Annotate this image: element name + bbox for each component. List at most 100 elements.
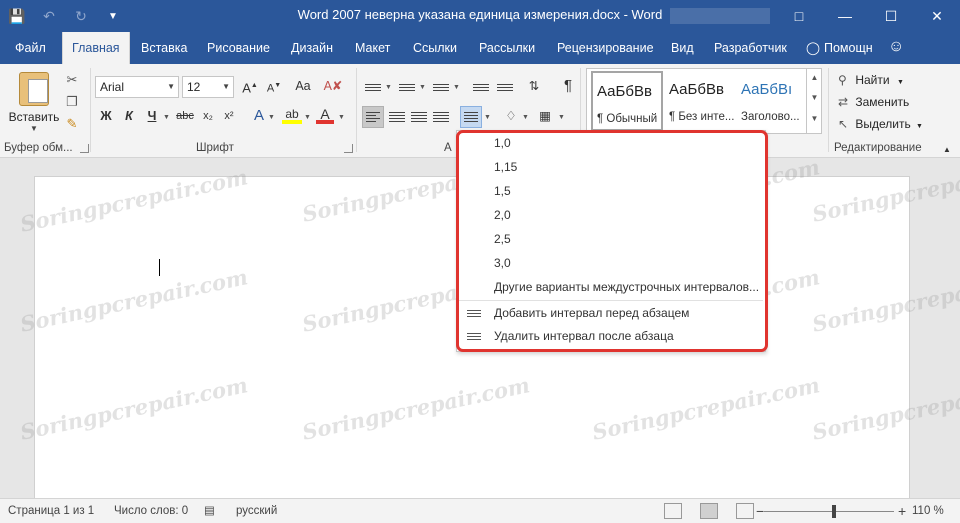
sort-icon[interactable]: ⇅	[524, 76, 544, 96]
remove-space-after-paragraph[interactable]: Удалить интервал после абзаца	[457, 324, 763, 348]
chevron-down-icon: ▼	[167, 82, 175, 91]
shrink-font-icon[interactable]: A▼	[264, 76, 284, 96]
numbering-icon[interactable]	[396, 76, 418, 98]
font-color-icon[interactable]: A	[316, 104, 334, 124]
line-spacing-icon[interactable]	[460, 106, 482, 128]
ribbon-display-options-icon[interactable]: □	[776, 0, 822, 32]
tab-home[interactable]: Главная	[62, 32, 130, 64]
copy-icon[interactable]: ❐	[64, 94, 80, 110]
chevron-down-icon[interactable]: ▼	[163, 114, 170, 121]
tab-review[interactable]: Рецензирование	[548, 32, 663, 64]
highlight-color-icon[interactable]: ab	[282, 104, 302, 124]
paste-button[interactable]: Вставить ▼	[8, 70, 60, 136]
borders-icon[interactable]: ▦	[536, 106, 554, 126]
chevron-down-icon[interactable]: ▼	[268, 114, 275, 121]
align-center-icon[interactable]	[386, 106, 408, 128]
read-mode-icon[interactable]	[664, 503, 682, 519]
collapse-ribbon-icon[interactable]: ▲	[940, 140, 954, 160]
chevron-down-icon[interactable]: ▼	[453, 84, 460, 91]
font-name-combo[interactable]: Arial ▼	[95, 76, 179, 98]
line-spacing-menu: 1,0 1,15 1,5 2,0 2,5 3,0 Другие варианты…	[456, 130, 766, 352]
italic-button[interactable]: К	[120, 106, 138, 126]
replace-button[interactable]: ⇄ Заменить	[838, 92, 909, 112]
decrease-indent-icon[interactable]	[470, 76, 492, 98]
close-icon[interactable]: ✕	[914, 0, 960, 32]
chevron-down-icon[interactable]: ▼	[558, 114, 565, 121]
line-spacing-option-2-5[interactable]: 2,5	[457, 227, 763, 251]
format-painter-icon[interactable]: ✎	[64, 116, 80, 132]
change-case-icon[interactable]: Aa	[292, 76, 314, 96]
tab-insert[interactable]: Вставка	[132, 32, 196, 64]
maximize-icon[interactable]: ☐	[868, 0, 914, 32]
superscript-button[interactable]: x²	[220, 106, 238, 126]
find-button[interactable]: ⚲ Найти ▼	[838, 70, 904, 90]
chevron-down-icon[interactable]: ▼	[419, 84, 426, 91]
proofing-icon[interactable]: ▤	[204, 499, 215, 523]
chevron-down-icon[interactable]: ▼	[484, 114, 491, 121]
cut-icon[interactable]: ✂	[64, 72, 80, 88]
editing-group-label: Редактирование	[834, 142, 922, 154]
align-right-icon[interactable]	[408, 106, 430, 128]
show-formatting-marks-icon[interactable]: ¶	[560, 76, 576, 96]
chevron-down-icon[interactable]: ▼	[807, 88, 822, 108]
chevron-up-icon[interactable]: ▲	[807, 68, 822, 88]
zoom-out-icon[interactable]: −	[756, 499, 764, 523]
increase-indent-icon[interactable]	[494, 76, 516, 98]
tell-me-box[interactable]: ◯ Помощн	[806, 32, 873, 64]
tab-developer[interactable]: Разработчик	[705, 32, 796, 64]
font-name-value: Arial	[100, 80, 125, 94]
tab-layout[interactable]: Макет	[346, 32, 399, 64]
zoom-slider-thumb[interactable]	[832, 505, 836, 518]
ribbon-tabs: Файл Главная Вставка Рисование Дизайн Ма…	[0, 32, 960, 64]
page-count[interactable]: Страница 1 из 1	[8, 499, 94, 523]
minimize-icon[interactable]: —	[822, 0, 868, 32]
tab-draw[interactable]: Рисование	[198, 32, 279, 64]
chevron-down-icon[interactable]: ▼	[338, 114, 345, 121]
zoom-slider[interactable]	[764, 511, 894, 512]
justify-icon[interactable]	[430, 106, 452, 128]
line-spacing-option-1-0[interactable]: 1,0	[457, 131, 763, 155]
line-spacing-option-1-5[interactable]: 1,5	[457, 179, 763, 203]
zoom-in-icon[interactable]: +	[898, 499, 906, 523]
share-user-icon[interactable]: ☺	[888, 38, 908, 58]
add-space-before-paragraph[interactable]: Добавить интервал перед абзацем	[457, 300, 763, 324]
bullets-icon[interactable]	[362, 76, 384, 98]
tab-references[interactable]: Ссылки	[404, 32, 466, 64]
underline-button[interactable]: Ч	[143, 106, 161, 126]
styles-scroll[interactable]: ▲ ▼ ▼	[806, 68, 822, 134]
tab-mailings[interactable]: Рассылки	[470, 32, 544, 64]
line-spacing-option-3-0[interactable]: 3,0	[457, 251, 763, 275]
more-styles-icon[interactable]: ▼	[807, 108, 822, 130]
style-normal[interactable]: АаБбВв ¶ Обычный	[591, 71, 663, 131]
style-heading-1[interactable]: АаБбВı Заголово...	[737, 71, 803, 131]
clipboard-launcher-icon[interactable]	[80, 144, 89, 153]
align-left-icon[interactable]	[362, 106, 384, 128]
strikethrough-button[interactable]: abc	[174, 106, 196, 126]
word-count[interactable]: Число слов: 0	[114, 499, 188, 523]
chevron-down-icon[interactable]: ▼	[522, 114, 529, 121]
zoom-level[interactable]: 110 %	[912, 499, 944, 523]
select-button[interactable]: ↖ Выделить ▼	[838, 114, 923, 134]
chevron-down-icon[interactable]: ▼	[304, 114, 311, 121]
tab-file[interactable]: Файл	[6, 32, 55, 64]
clear-formatting-icon[interactable]: A✘	[322, 76, 344, 96]
line-spacing-option-2-0[interactable]: 2,0	[457, 203, 763, 227]
tab-design[interactable]: Дизайн	[282, 32, 342, 64]
web-layout-icon[interactable]	[736, 503, 754, 519]
chevron-down-icon[interactable]: ▼	[385, 84, 392, 91]
account-name-redacted[interactable]	[670, 8, 770, 24]
line-spacing-more-options[interactable]: Другие варианты междустрочных интервалов…	[457, 275, 763, 299]
bold-button[interactable]: Ж	[97, 106, 115, 126]
multilevel-list-icon[interactable]	[430, 76, 452, 98]
shading-icon[interactable]: ♢	[502, 106, 520, 126]
grow-font-icon[interactable]: A▲	[240, 76, 260, 96]
subscript-button[interactable]: x₂	[199, 106, 217, 126]
print-layout-icon[interactable]	[700, 503, 718, 519]
line-spacing-option-1-15[interactable]: 1,15	[457, 155, 763, 179]
text-effects-icon[interactable]: A	[250, 106, 268, 126]
style-no-spacing[interactable]: АаБбВв ¶ Без инте...	[665, 71, 737, 131]
font-size-combo[interactable]: 12 ▼	[182, 76, 234, 98]
font-launcher-icon[interactable]	[344, 144, 353, 153]
language-indicator[interactable]: русский	[236, 499, 277, 523]
tab-view[interactable]: Вид	[662, 32, 703, 64]
